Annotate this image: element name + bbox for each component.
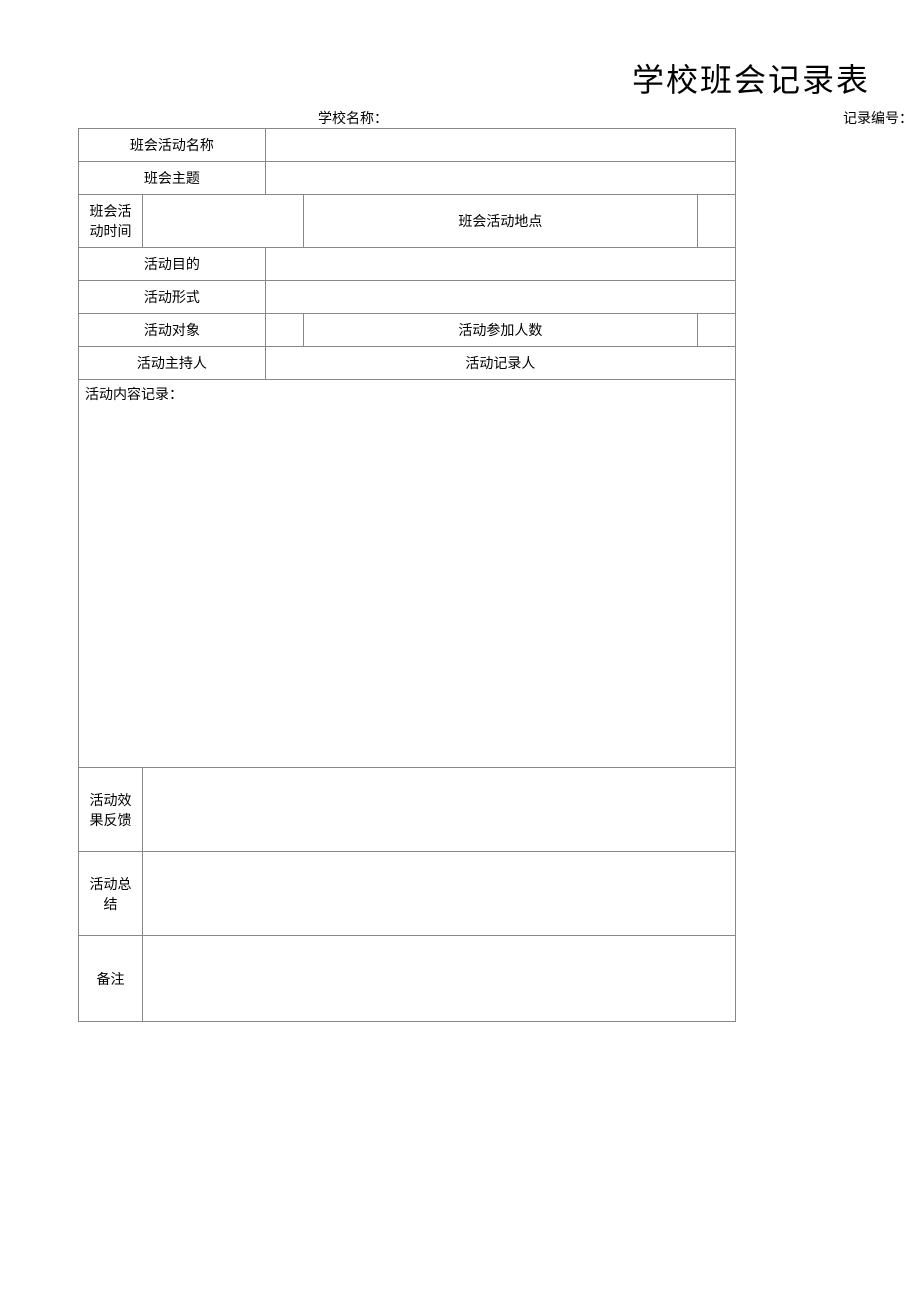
content-record-cell[interactable]: 活动内容记录： <box>79 380 736 768</box>
activity-purpose-value[interactable] <box>265 248 735 281</box>
recorder-label: 活动记录人 <box>265 347 735 380</box>
school-name-label: 学校名称： <box>318 108 388 128</box>
activity-time-value[interactable] <box>143 195 304 248</box>
remark-label: 备注 <box>79 936 143 1022</box>
summary-value[interactable] <box>143 852 736 936</box>
activity-name-label: 班会活动名称 <box>79 129 266 162</box>
meeting-record-table: 班会活动名称 班会主题 班会活动时间 班会活动地点 活动目的 活动形式 活动对象… <box>78 128 736 1022</box>
activity-target-value[interactable] <box>265 314 303 347</box>
effect-feedback-value[interactable] <box>143 768 736 852</box>
activity-purpose-label: 活动目的 <box>79 248 266 281</box>
record-no-label: 记录编号： <box>843 108 913 128</box>
activity-name-value[interactable] <box>265 129 735 162</box>
page-title: 学校班会记录表 <box>632 55 870 101</box>
activity-format-label: 活动形式 <box>79 281 266 314</box>
host-label: 活动主持人 <box>79 347 266 380</box>
theme-value[interactable] <box>265 162 735 195</box>
participant-count-label: 活动参加人数 <box>303 314 697 347</box>
remark-value[interactable] <box>143 936 736 1022</box>
activity-format-value[interactable] <box>265 281 735 314</box>
effect-feedback-label: 活动效果反馈 <box>79 768 143 852</box>
activity-time-label: 班会活动时间 <box>79 195 143 248</box>
participant-count-value[interactable] <box>697 314 735 347</box>
activity-target-label: 活动对象 <box>79 314 266 347</box>
activity-location-label: 班会活动地点 <box>303 195 697 248</box>
activity-location-value[interactable] <box>697 195 735 248</box>
summary-label: 活动总结 <box>79 852 143 936</box>
theme-label: 班会主题 <box>79 162 266 195</box>
content-record-label: 活动内容记录： <box>85 388 183 403</box>
